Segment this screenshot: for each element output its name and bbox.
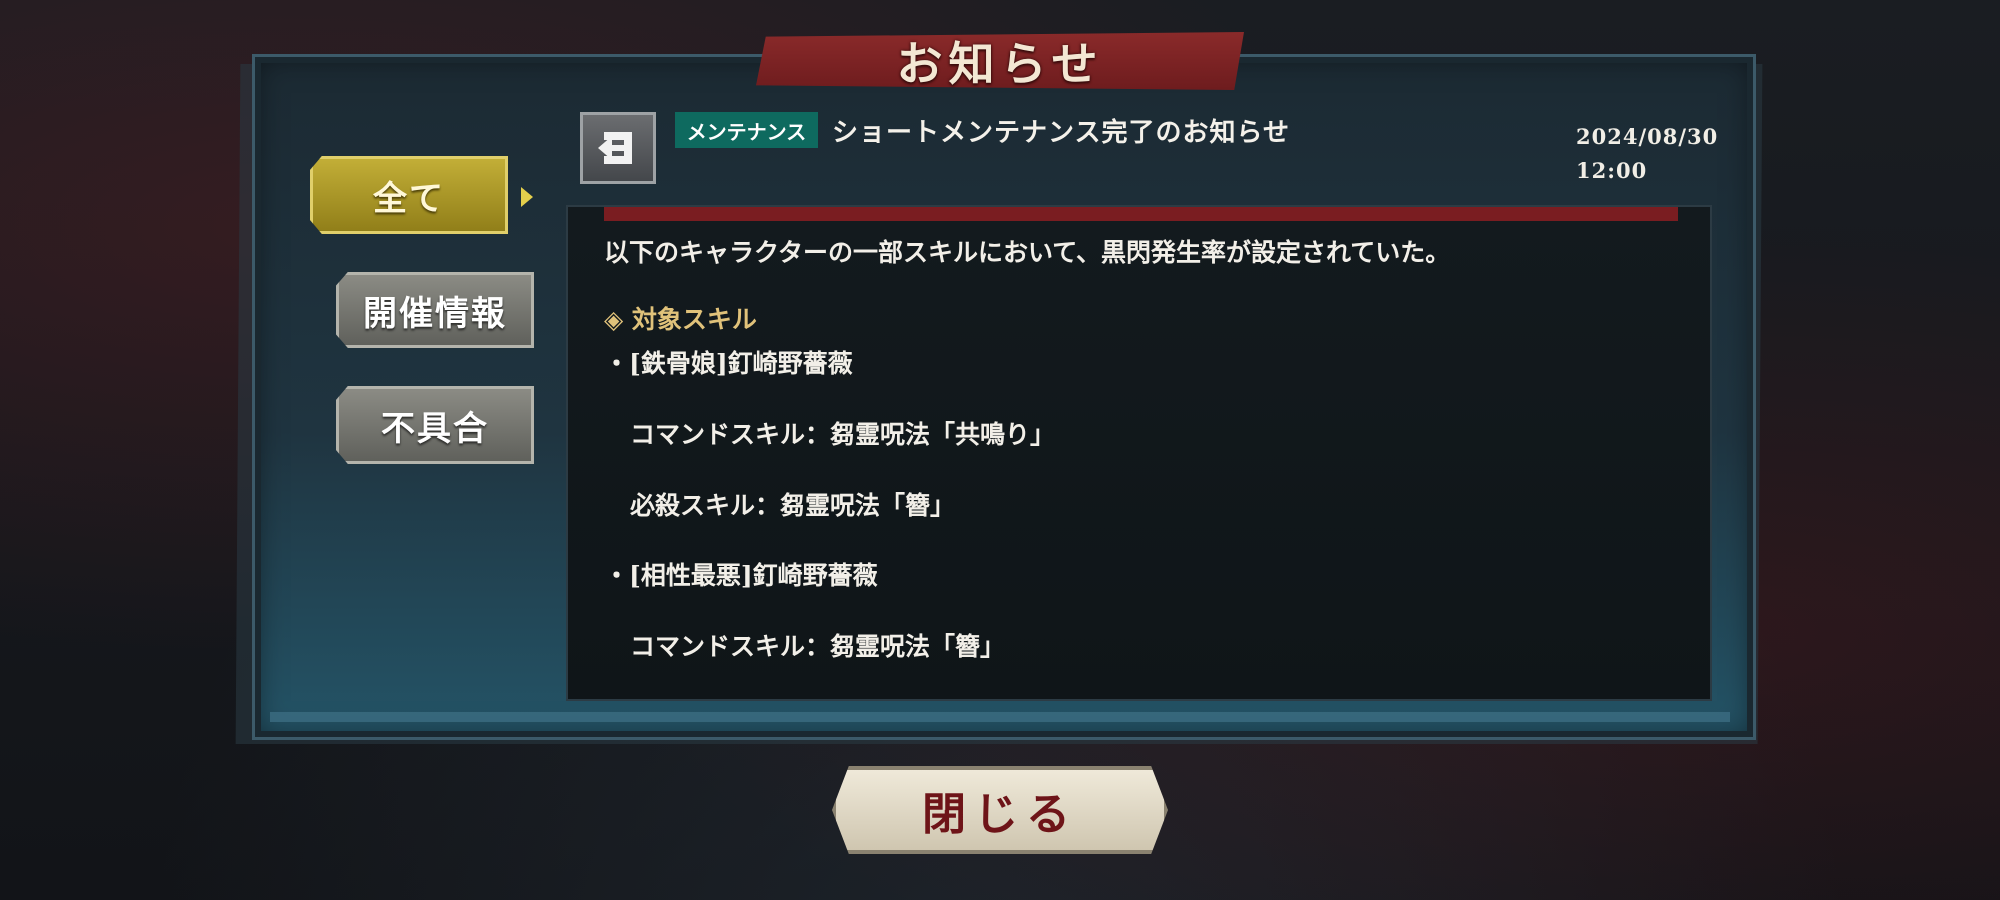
notice-date-time: 12:00 (1576, 158, 1648, 183)
list-item: 必殺スキル：芻霊呪法「簪」 (630, 491, 956, 520)
list-item: ・[鉄骨娘]釘崎野薔薇 (604, 349, 853, 378)
category-badge: メンテナンス (675, 112, 818, 148)
triangle-right-icon (521, 187, 533, 207)
list-item: コマンドスキル：芻霊呪法「共鳴り」 (630, 420, 1056, 449)
return-arrow-icon (598, 132, 632, 164)
notice-date-day: 2024/08/30 (1576, 124, 1719, 149)
section-heading: ◈ 対象スキル (604, 305, 757, 334)
tab-all-label: 全て (373, 178, 445, 219)
tab-bugs[interactable]: 不具合 (336, 386, 534, 464)
panel-bottom-strip (270, 712, 1730, 722)
notice-body[interactable]: 以下のキャラクターの一部スキルにおいて、黒閃発生率が設定されていた。 ◈ 対象ス… (566, 205, 1712, 701)
list-item: コマンドスキル：芻霊呪法「簪」 (630, 632, 1006, 661)
section-bar (604, 207, 1678, 221)
page-title: お知らせ (896, 37, 1104, 91)
tab-bugs-label: 不具合 (381, 408, 489, 449)
tab-event-info-label: 開催情報 (363, 293, 507, 334)
body-intro: 以下のキャラクターの一部スキルにおいて、黒閃発生率が設定されていた。 (604, 238, 1451, 267)
close-button-label: 閉じる (922, 789, 1078, 840)
close-button[interactable]: 閉じる (832, 766, 1168, 854)
tab-event-info[interactable]: 開催情報 (336, 272, 534, 348)
notice-title: ショートメンテナンス完了のお知らせ (832, 117, 1290, 148)
back-button[interactable] (580, 112, 656, 184)
list-item: ・[相性最悪]釘崎野薔薇 (604, 561, 878, 590)
notice-date: 2024/08/30 12:00 (1576, 120, 1719, 188)
tab-all[interactable]: 全て (310, 156, 508, 234)
